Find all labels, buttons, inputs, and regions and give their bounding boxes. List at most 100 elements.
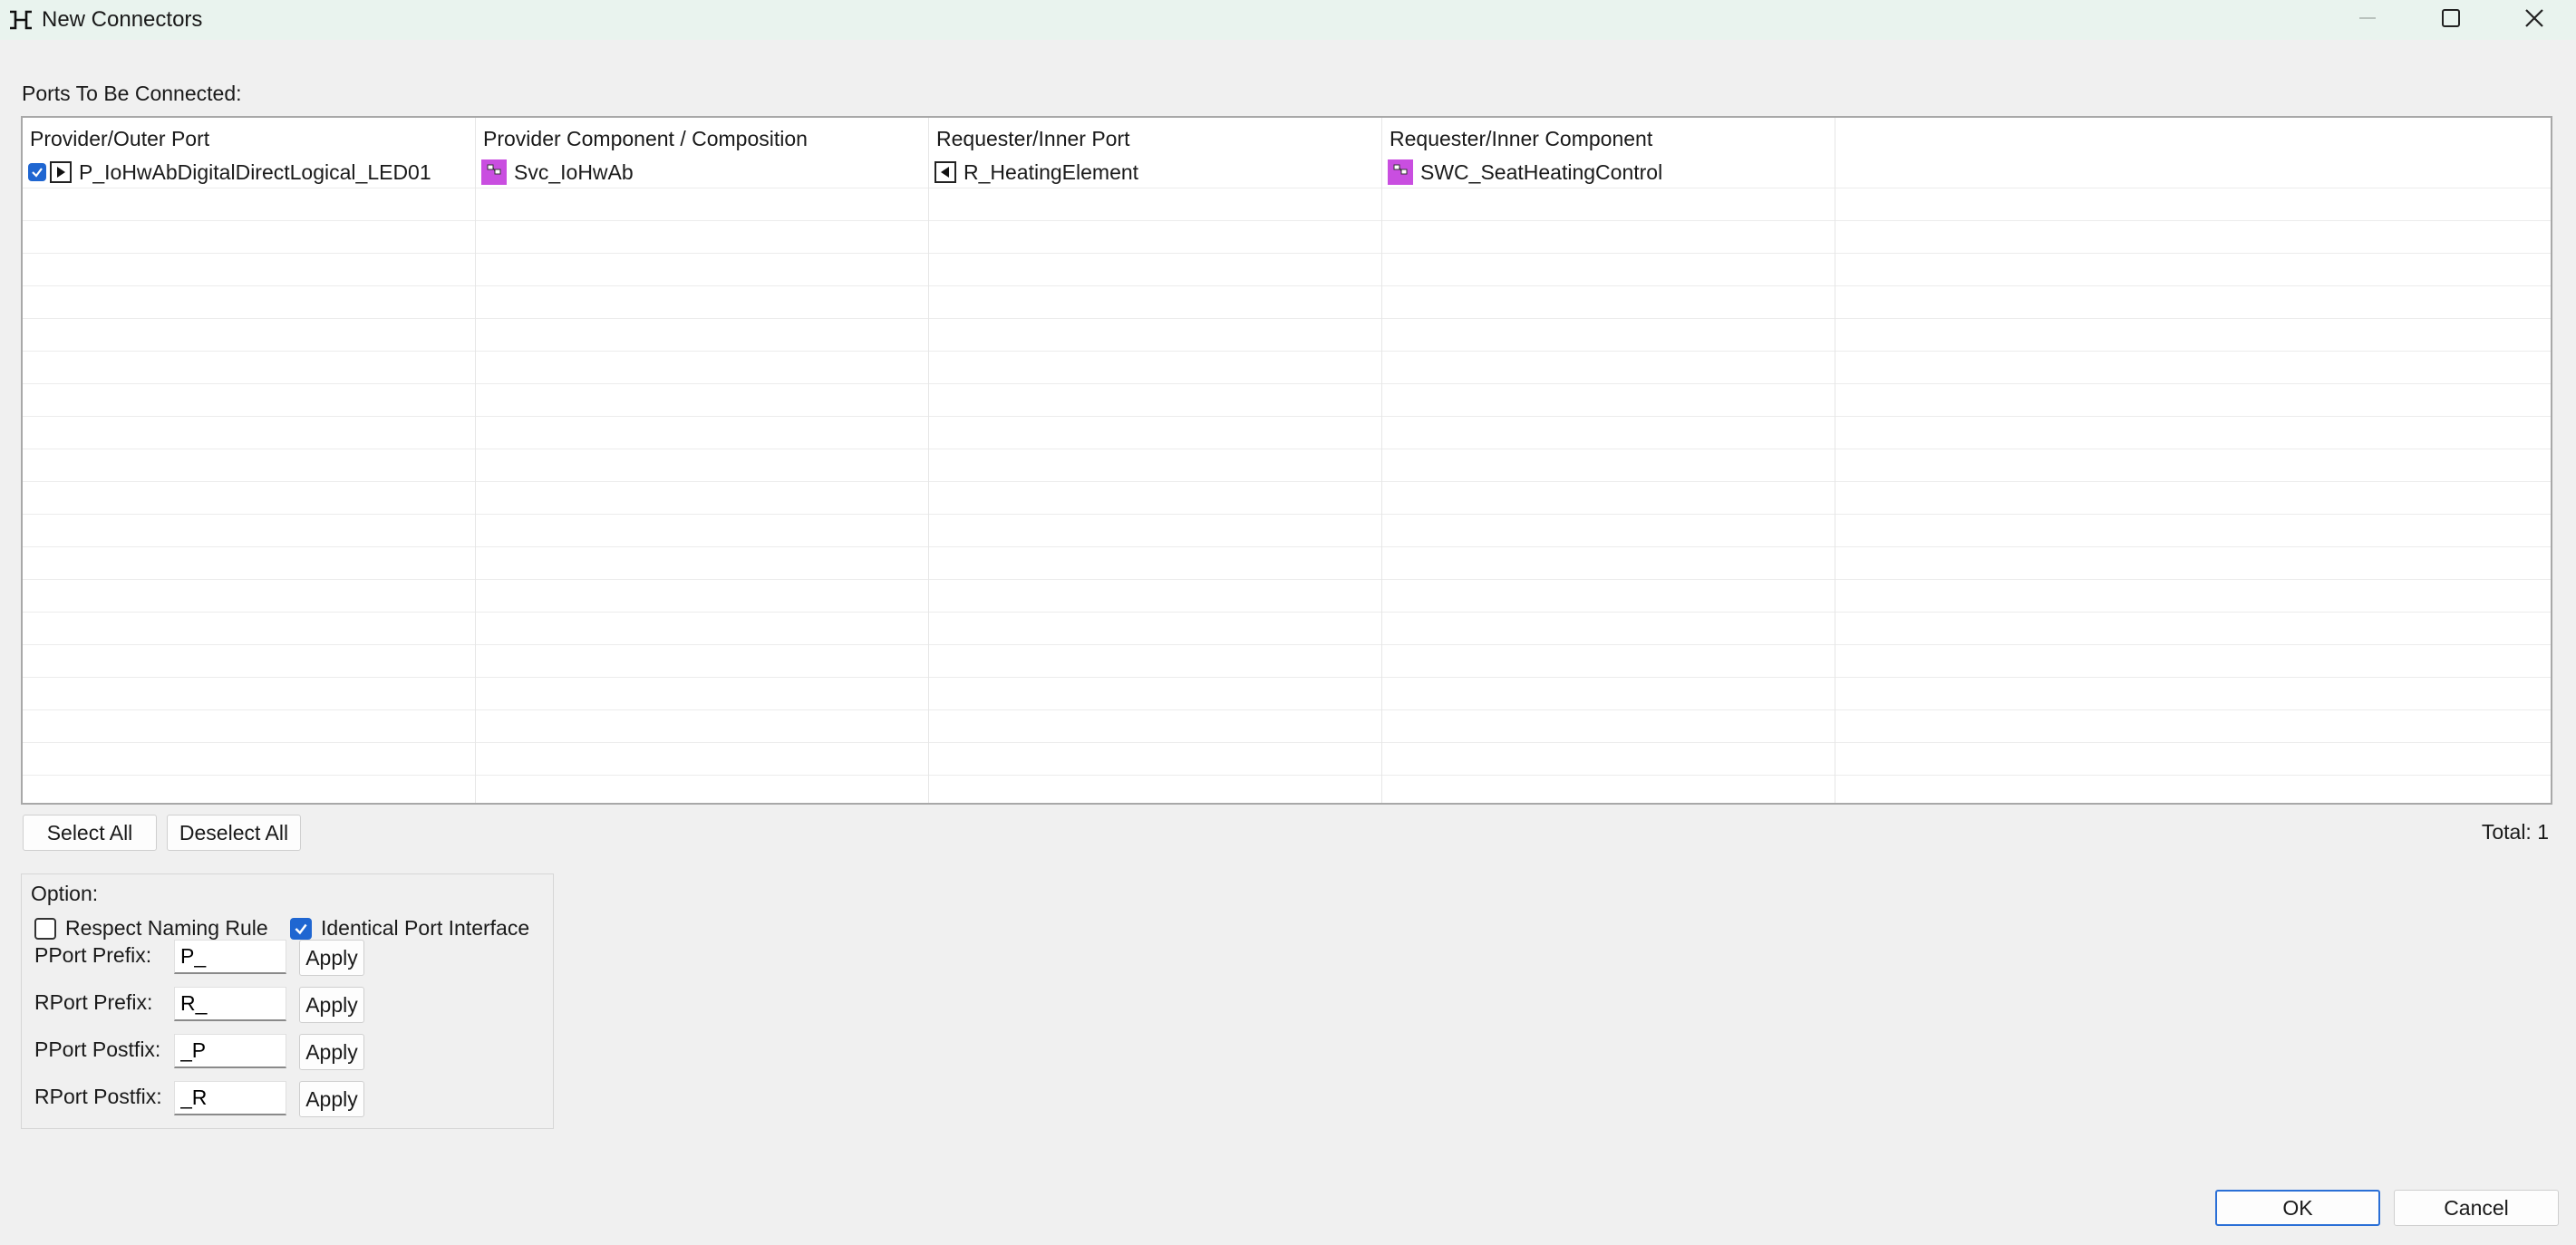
empty-cell <box>1835 678 2551 710</box>
empty-cell <box>23 352 476 384</box>
pport-prefix-apply-button[interactable]: Apply <box>299 940 364 976</box>
maximize-icon <box>2441 8 2461 33</box>
empty-cell <box>476 417 929 449</box>
empty-cell <box>476 515 929 547</box>
rport-postfix-input[interactable] <box>174 1081 286 1115</box>
table-header: Provider/Outer Port Provider Component /… <box>23 118 2551 156</box>
minimize-icon <box>2358 8 2377 33</box>
empty-table-row <box>23 613 2551 645</box>
empty-cell <box>476 352 929 384</box>
empty-cell <box>476 254 929 286</box>
empty-cell <box>1382 254 1835 286</box>
provider-port-name: P_IoHwAbDigitalDirectLogical_LED01 <box>79 159 431 184</box>
empty-cell <box>929 613 1382 645</box>
column-header-empty <box>1835 118 2551 156</box>
requester-component-name: SWC_SeatHeatingControl <box>1420 159 1663 184</box>
empty-table-row <box>23 743 2551 776</box>
empty-cell <box>929 384 1382 417</box>
options-group: Option: Respect Naming Rule Identical Po… <box>21 873 554 1129</box>
empty-cell <box>1382 547 1835 580</box>
empty-cell <box>476 319 929 352</box>
empty-table-row <box>23 352 2551 384</box>
requester-port-cell[interactable]: R_HeatingElement <box>929 156 1382 188</box>
empty-cell <box>1382 645 1835 678</box>
empty-cell <box>23 678 476 710</box>
empty-cell <box>476 580 929 613</box>
column-header-requester-component[interactable]: Requester/Inner Component <box>1382 118 1835 156</box>
empty-table-row <box>23 286 2551 319</box>
empty-cell <box>929 645 1382 678</box>
column-header-provider-component[interactable]: Provider Component / Composition <box>476 118 929 156</box>
empty-cell <box>1382 515 1835 547</box>
empty-cell <box>1382 417 1835 449</box>
rport-postfix-apply-button[interactable]: Apply <box>299 1081 364 1117</box>
ports-section-label: Ports To Be Connected: <box>22 82 242 105</box>
empty-cell <box>929 776 1382 803</box>
empty-table-row <box>23 449 2551 482</box>
provider-component-name: Svc_IoHwAb <box>514 159 634 184</box>
empty-cell <box>23 188 476 221</box>
empty-table-row <box>23 188 2551 221</box>
requester-port-name: R_HeatingElement <box>964 159 1139 184</box>
provider-component-cell[interactable]: Svc_IoHwAb <box>476 156 929 188</box>
component-icon <box>481 159 507 185</box>
empty-cell <box>1835 645 2551 678</box>
cancel-button[interactable]: Cancel <box>2394 1190 2559 1226</box>
ok-button[interactable]: OK <box>2215 1190 2380 1226</box>
empty-cell <box>23 645 476 678</box>
empty-cell <box>929 254 1382 286</box>
empty-cell <box>476 384 929 417</box>
maximize-button[interactable] <box>2409 0 2493 40</box>
identical-port-interface-checkbox[interactable] <box>290 917 312 940</box>
empty-cell <box>23 710 476 743</box>
empty-cell <box>23 776 476 803</box>
column-header-provider-port[interactable]: Provider/Outer Port <box>23 118 476 156</box>
empty-cell <box>23 743 476 776</box>
empty-cell <box>1835 352 2551 384</box>
empty-table-row <box>23 678 2551 710</box>
empty-cell <box>1382 580 1835 613</box>
pport-postfix-apply-button[interactable]: Apply <box>299 1034 364 1070</box>
empty-cell <box>1835 449 2551 482</box>
table-row[interactable]: P_IoHwAbDigitalDirectLogical_LED01 Svc_I… <box>23 156 2551 188</box>
close-button[interactable] <box>2493 0 2576 40</box>
empty-table-row <box>23 221 2551 254</box>
empty-table-row <box>23 547 2551 580</box>
empty-table-row <box>23 776 2551 803</box>
empty-cell <box>1835 710 2551 743</box>
requester-component-cell[interactable]: SWC_SeatHeatingControl <box>1382 156 1835 188</box>
empty-cell <box>476 645 929 678</box>
deselect-all-button[interactable]: Deselect All <box>167 815 301 851</box>
rport-prefix-input[interactable] <box>174 987 286 1021</box>
empty-table-row <box>23 580 2551 613</box>
identical-port-interface-option[interactable]: Identical Port Interface <box>290 916 529 941</box>
pport-prefix-input[interactable] <box>174 940 286 974</box>
empty-cell <box>929 743 1382 776</box>
row-checkbox[interactable] <box>28 163 46 181</box>
empty-cell <box>1382 352 1835 384</box>
select-all-button[interactable]: Select All <box>23 815 157 851</box>
empty-table-row <box>23 645 2551 678</box>
respect-naming-rule-option[interactable]: Respect Naming Rule <box>34 916 268 941</box>
respect-naming-rule-checkbox[interactable] <box>34 917 56 940</box>
pport-postfix-input[interactable] <box>174 1034 286 1068</box>
rport-prefix-apply-button[interactable]: Apply <box>299 987 364 1023</box>
ports-table[interactable]: Provider/Outer Port Provider Component /… <box>21 116 2552 805</box>
empty-cell <box>929 417 1382 449</box>
empty-cell <box>23 319 476 352</box>
provider-port-icon <box>50 161 72 183</box>
connector-icon <box>7 6 38 34</box>
empty-cell <box>1835 384 2551 417</box>
provider-port-cell[interactable]: P_IoHwAbDigitalDirectLogical_LED01 <box>23 156 476 188</box>
empty-table-row <box>23 384 2551 417</box>
options-title: Option: <box>31 882 99 905</box>
empty-cell <box>929 352 1382 384</box>
empty-cell <box>1835 482 2551 515</box>
empty-cell <box>23 221 476 254</box>
empty-cell <box>1835 580 2551 613</box>
column-header-requester-port[interactable]: Requester/Inner Port <box>929 118 1382 156</box>
empty-cell <box>1835 188 2551 221</box>
empty-cell <box>23 580 476 613</box>
empty-cell <box>1835 286 2551 319</box>
minimize-button[interactable] <box>2326 0 2409 40</box>
